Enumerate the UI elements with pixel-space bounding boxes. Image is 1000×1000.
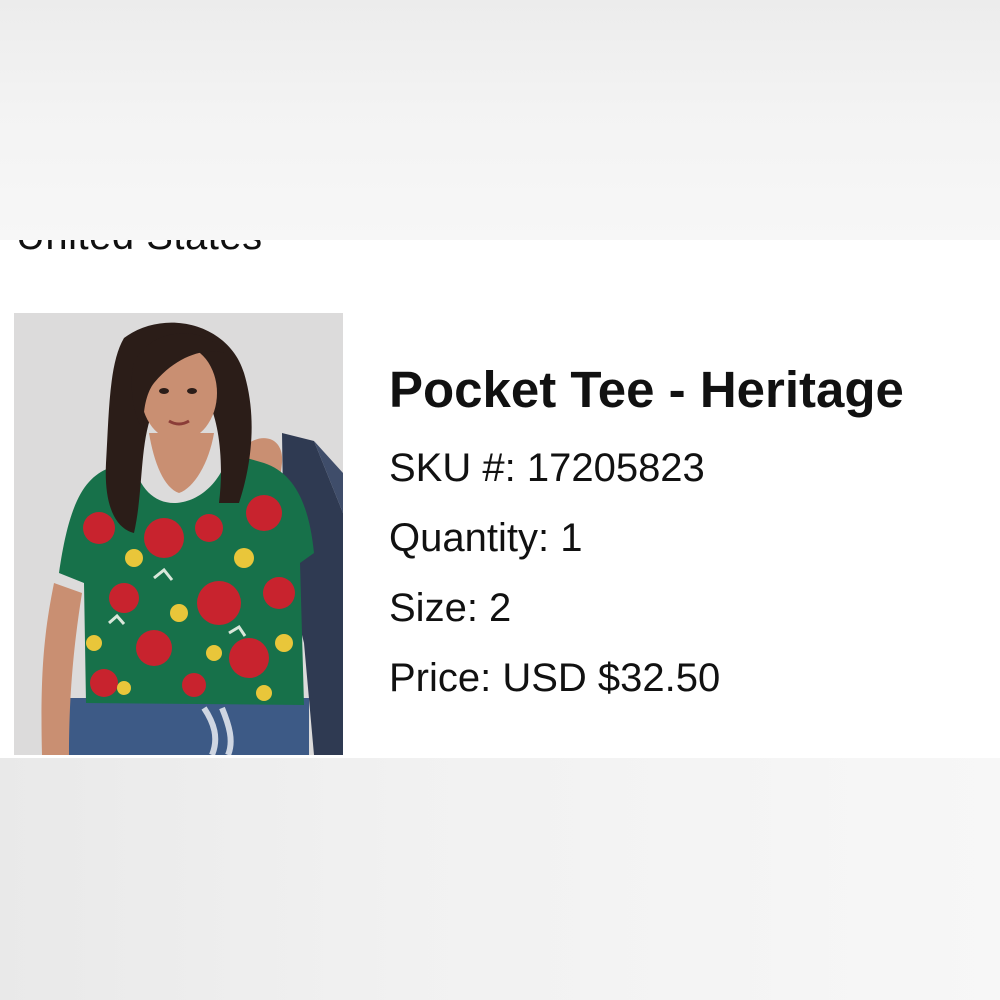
order-item-screenshot: United States xyxy=(0,240,1000,758)
product-photo-illustration xyxy=(14,313,343,755)
size-text: Size: 2 xyxy=(389,586,512,630)
price-text: Price: USD $32.50 xyxy=(389,656,721,700)
product-details: Pocket Tee - Heritage SKU #: 17205823 Qu… xyxy=(389,360,1000,702)
product-image[interactable] xyxy=(14,313,343,755)
country-text: United States xyxy=(16,240,263,259)
blurred-background-top xyxy=(0,0,1000,240)
sku-text: SKU #: 17205823 xyxy=(389,446,705,490)
product-title[interactable]: Pocket Tee - Heritage xyxy=(389,360,1000,420)
blurred-background-bottom xyxy=(0,758,1000,1000)
quantity-text: Quantity: 1 xyxy=(389,516,583,560)
